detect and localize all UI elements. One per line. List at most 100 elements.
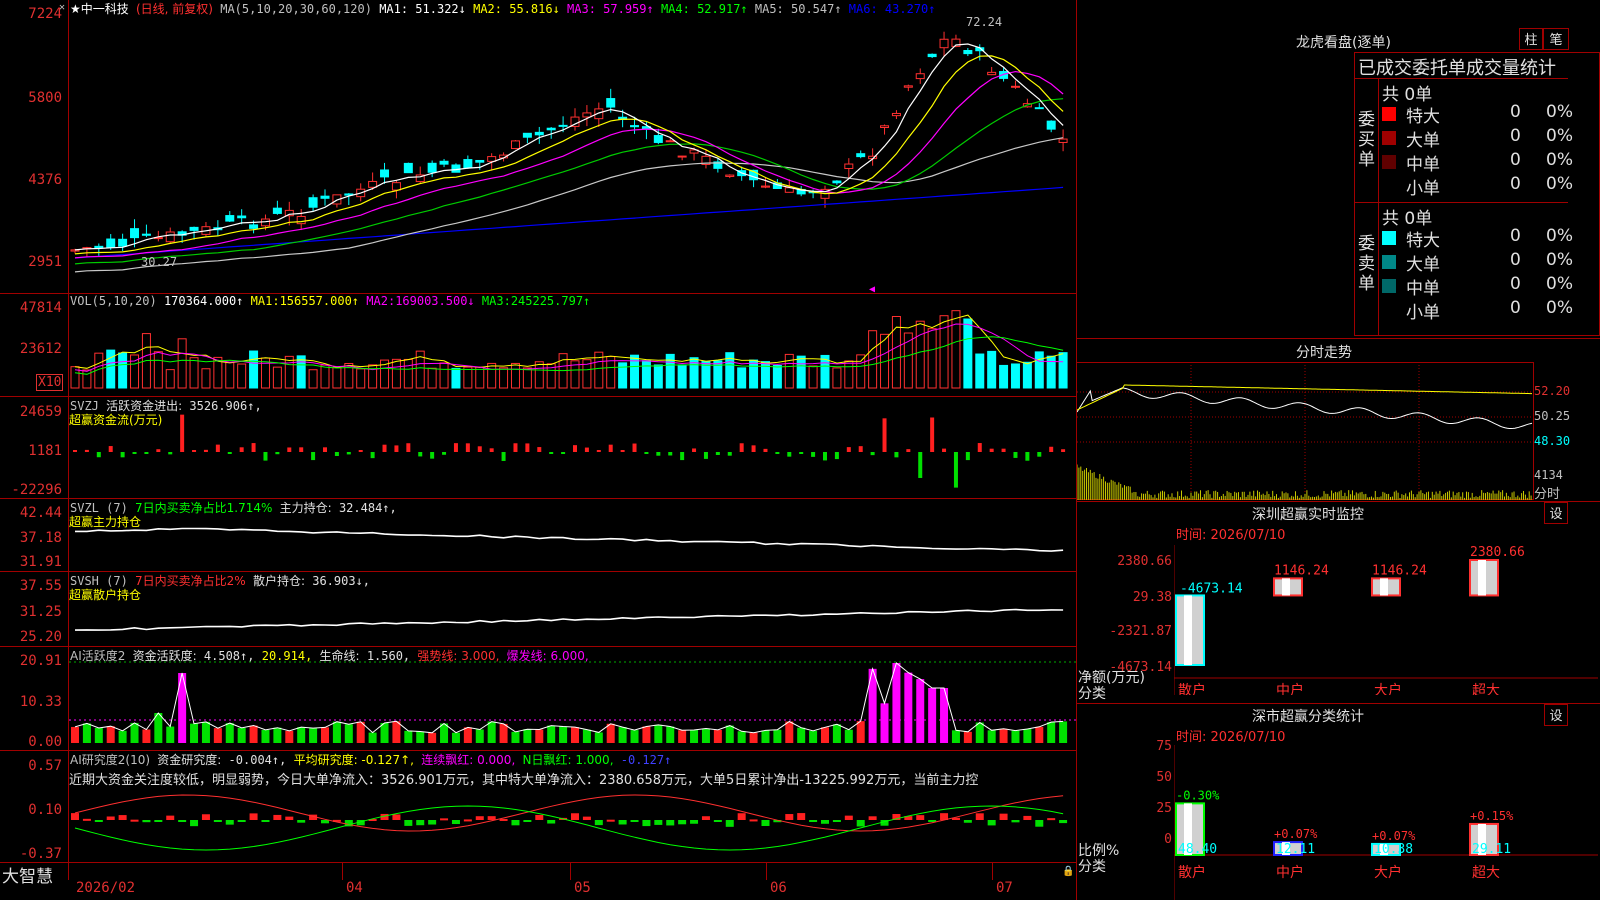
research-bar (297, 820, 306, 823)
research-bar (71, 813, 79, 820)
svzl-chart[interactable] (69, 499, 1076, 571)
fund-flow-bar (1013, 452, 1018, 458)
activity-bar (297, 727, 306, 743)
order-type: 中单 (1406, 155, 1440, 175)
lock-icon[interactable]: 🔒 (1062, 866, 1074, 877)
activity-bar (487, 721, 496, 743)
volume-bar (760, 361, 770, 389)
volume-bar (201, 368, 211, 389)
sz-settings-button[interactable]: 设 (1544, 502, 1568, 524)
activity-bar (380, 723, 389, 743)
volume-bar (772, 365, 782, 389)
order-type: 小单 (1406, 179, 1440, 199)
candlestick-chart[interactable]: 72.24 30.27 ◀ (69, 0, 1076, 293)
stat-chart[interactable]: -0.30%48.40散户+0.07%12.11中户+0.07%10.38大户+… (1174, 745, 1598, 900)
activity-bar (571, 727, 579, 743)
svsh-y-label: 31.25 (19, 604, 62, 620)
svsh-y-label: 37.55 (19, 578, 62, 594)
activity-bar (713, 729, 722, 743)
intraday-chart[interactable] (1077, 362, 1533, 500)
stat-settings-button[interactable]: 设 (1544, 704, 1568, 726)
tab-column[interactable]: 柱 (1519, 28, 1543, 50)
volume-bar (272, 366, 282, 389)
research-bar (130, 819, 139, 822)
fund-flow-bar (192, 450, 197, 452)
candle-body (1010, 85, 1020, 88)
activity-bar (559, 726, 568, 743)
fund-flow-bar (180, 414, 185, 452)
ai-research-chart[interactable] (69, 788, 1076, 862)
candle-body (510, 140, 520, 150)
research-bar (666, 820, 675, 826)
stat-value: 48.40 (1178, 842, 1217, 857)
research-bar (451, 820, 460, 825)
activity-bar (725, 725, 734, 743)
candle-body (546, 127, 556, 131)
volume-bar (641, 360, 651, 389)
volume-bar (403, 358, 413, 389)
svsh-chart[interactable] (69, 572, 1076, 646)
activity-bar (463, 727, 472, 743)
research-bar (535, 814, 544, 820)
volume-bar (677, 364, 687, 389)
fund-flow-bar (1049, 446, 1054, 452)
sz-monitor-chart[interactable]: -4673.14 散户 1146.24 中户 1146.24 大户 2380.66 超大 (1174, 545, 1598, 695)
svzj-y-label: 24659 (19, 404, 62, 420)
fund-flow-bar (727, 452, 732, 456)
fund-flow-bar (501, 452, 506, 461)
tab-pen[interactable]: 笔 (1543, 28, 1569, 50)
volume-chart[interactable] (69, 294, 1076, 396)
x-axis-label: 06 (770, 880, 787, 896)
volume-bar (106, 349, 116, 389)
sz-bar-value: 2380.66 (1470, 545, 1525, 560)
order-type: 特大 (1406, 231, 1440, 251)
fund-flow-bar (1025, 452, 1030, 461)
volume-bar (737, 367, 747, 389)
volume-bar (832, 367, 842, 389)
fund-flow-bar (489, 448, 494, 452)
sz-bar-highlight (1380, 578, 1388, 596)
activity-bar (213, 728, 222, 743)
research-bar (1011, 820, 1020, 823)
fund-flow-bar (870, 452, 875, 456)
volume-bar (975, 353, 985, 389)
ai-active-chart[interactable] (69, 647, 1076, 750)
fund-flow-bar (573, 445, 577, 452)
stat-delta: +0.07% (1274, 827, 1318, 841)
research-bar (190, 820, 199, 827)
sz-bar-2: 1146.24 大户 (1371, 563, 1427, 695)
activity-bar (666, 726, 675, 743)
research-bar (749, 819, 758, 822)
fund-flow-bar (668, 452, 673, 456)
activity-bar (237, 727, 246, 743)
order-pct: 0% (1546, 226, 1573, 246)
research-bar (618, 820, 627, 825)
activity-bar (999, 728, 1008, 743)
activity-bar (130, 722, 139, 743)
fund-flow-bar (215, 444, 220, 452)
candle-body (272, 207, 282, 214)
research-bar (225, 820, 234, 825)
candle-body (368, 180, 378, 188)
fund-flow-bar (620, 450, 625, 452)
svzl-y-label: 42.44 (19, 505, 62, 521)
activity-bar (809, 730, 818, 743)
volume-bar (225, 362, 235, 389)
research-bar (832, 820, 841, 822)
volume-bar (999, 364, 1009, 389)
candle-body (296, 215, 306, 225)
stat-y-label: 25 (1156, 801, 1172, 816)
fund-flow-bar (311, 452, 316, 461)
activity-bar (844, 729, 853, 743)
candle-body (582, 112, 592, 118)
activity-bar (392, 721, 401, 743)
scroll-marker-icon[interactable]: ◀ (869, 284, 875, 293)
volume-bar (308, 369, 318, 389)
sz-time: 时间: 2026/07/10 (1176, 528, 1286, 543)
research-bar (487, 816, 496, 820)
research-bar (142, 820, 151, 823)
x-axis-label: 2026/02 (76, 880, 136, 896)
activity-bar (332, 721, 341, 743)
svzj-chart[interactable] (69, 397, 1076, 498)
fund-flow-bar (346, 452, 351, 455)
